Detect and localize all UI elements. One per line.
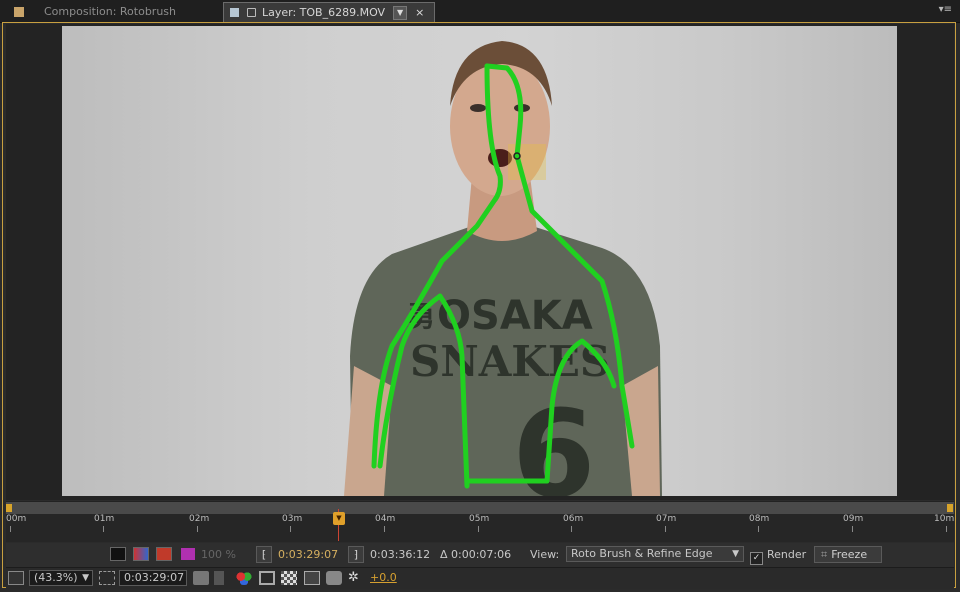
playhead-marker[interactable]: ▼ (333, 512, 345, 525)
zoom-select[interactable]: (43.3%) ▼ (29, 570, 93, 586)
zoom-value: (43.3%) (34, 571, 78, 584)
transparency-grid-icon[interactable] (281, 571, 297, 585)
time-label: 06m (563, 514, 584, 524)
chevron-down-icon[interactable]: ▼ (393, 5, 408, 20)
time-label: 02m (189, 514, 210, 524)
panel-menu-icon[interactable]: ▾≡ (939, 4, 952, 15)
timeline-ruler[interactable]: 00m 01m 02m 03m 04m 05m 06m 07m 08m 09m … (6, 514, 954, 542)
time-label: 04m (375, 514, 396, 524)
exposure-icon[interactable]: ✲ (348, 570, 359, 585)
set-in-point-button[interactable]: ⁅ (256, 546, 272, 563)
tab-composition-label: Composition: Rotobrush (44, 5, 176, 18)
composition-icon (14, 6, 24, 17)
end-time[interactable]: 0:03:36:12 (370, 548, 430, 561)
set-out-point-button[interactable]: ⁆ (348, 546, 364, 563)
alpha-boundary-icon[interactable] (133, 547, 149, 561)
close-icon[interactable]: × (415, 6, 424, 19)
panel-tab-bar: Composition: Rotobrush Layer: TOB_6289.M… (0, 0, 960, 23)
alpha-icon[interactable] (110, 547, 126, 561)
time-label: 01m (94, 514, 115, 524)
snapshot-icon[interactable] (193, 571, 209, 585)
time-label: 07m (656, 514, 677, 524)
render-checkbox[interactable]: ✓ (750, 552, 763, 565)
region-of-interest-icon[interactable] (99, 571, 115, 585)
overlay-opacity[interactable]: 100 % (201, 548, 236, 561)
status-time[interactable]: 0:03:29:07 (119, 570, 187, 586)
chevron-down-icon: ▼ (732, 549, 739, 559)
exposure-value[interactable]: +0.0 (370, 571, 397, 584)
layer-icon (230, 8, 239, 17)
layer-controls-bar: 100 % ⁅ 0:03:29:07 ⁆ 0:03:36:12 Δ 0:00:0… (6, 543, 954, 567)
freeze-icon: ⌗ (821, 548, 828, 561)
render-label: Render (767, 548, 807, 561)
time-label: 08m (749, 514, 770, 524)
viewer-status-bar: (43.3%) ▼ 0:03:29:07 ✲ +0.0 (6, 567, 954, 589)
time-label: 09m (843, 514, 864, 524)
current-time[interactable]: 0:03:29:07 (278, 548, 338, 561)
time-label: 00m (6, 514, 27, 524)
flowchart-icon[interactable] (326, 571, 342, 585)
work-area-end-handle[interactable] (947, 504, 953, 512)
channels-icon[interactable] (236, 571, 252, 585)
tab-composition[interactable]: Composition: Rotobrush (0, 2, 222, 21)
work-area-bar[interactable] (6, 501, 954, 514)
view-select[interactable]: Roto Brush & Refine Edge ▼ (566, 546, 744, 562)
duration: Δ 0:00:07:06 (440, 548, 512, 561)
alpha-overlay-icon[interactable] (156, 547, 172, 561)
tab-layer-label: Layer: TOB_6289.MOV (262, 6, 386, 19)
overlay-color-swatch[interactable] (181, 548, 195, 560)
always-preview-icon[interactable] (8, 571, 24, 585)
footage-image: 勇 OSAKA SNAKES 6 (344, 41, 662, 496)
fast-previews-icon[interactable] (259, 571, 275, 585)
render-toggle[interactable]: ✓ Render (750, 548, 806, 565)
time-label: 10m (934, 514, 955, 524)
freeze-button[interactable]: ⌗ Freeze (814, 546, 882, 563)
chevron-down-icon: ▼ (82, 573, 89, 583)
footage-frame[interactable]: 勇 OSAKA SNAKES 6 (62, 26, 897, 496)
view-label: View: (530, 548, 560, 561)
freeze-label: Freeze (831, 548, 868, 561)
shirt-text-line1: OSAKA (437, 293, 593, 339)
show-snapshot-icon[interactable] (214, 571, 224, 585)
time-label: 05m (469, 514, 490, 524)
view-select-value: Roto Brush & Refine Edge (571, 547, 713, 560)
lock-icon[interactable] (247, 8, 256, 17)
timeline-icon[interactable] (304, 571, 320, 585)
time-label: 03m (282, 514, 303, 524)
work-area-start-handle[interactable] (6, 504, 12, 512)
tab-layer[interactable]: Layer: TOB_6289.MOV ▼ × (223, 2, 435, 22)
